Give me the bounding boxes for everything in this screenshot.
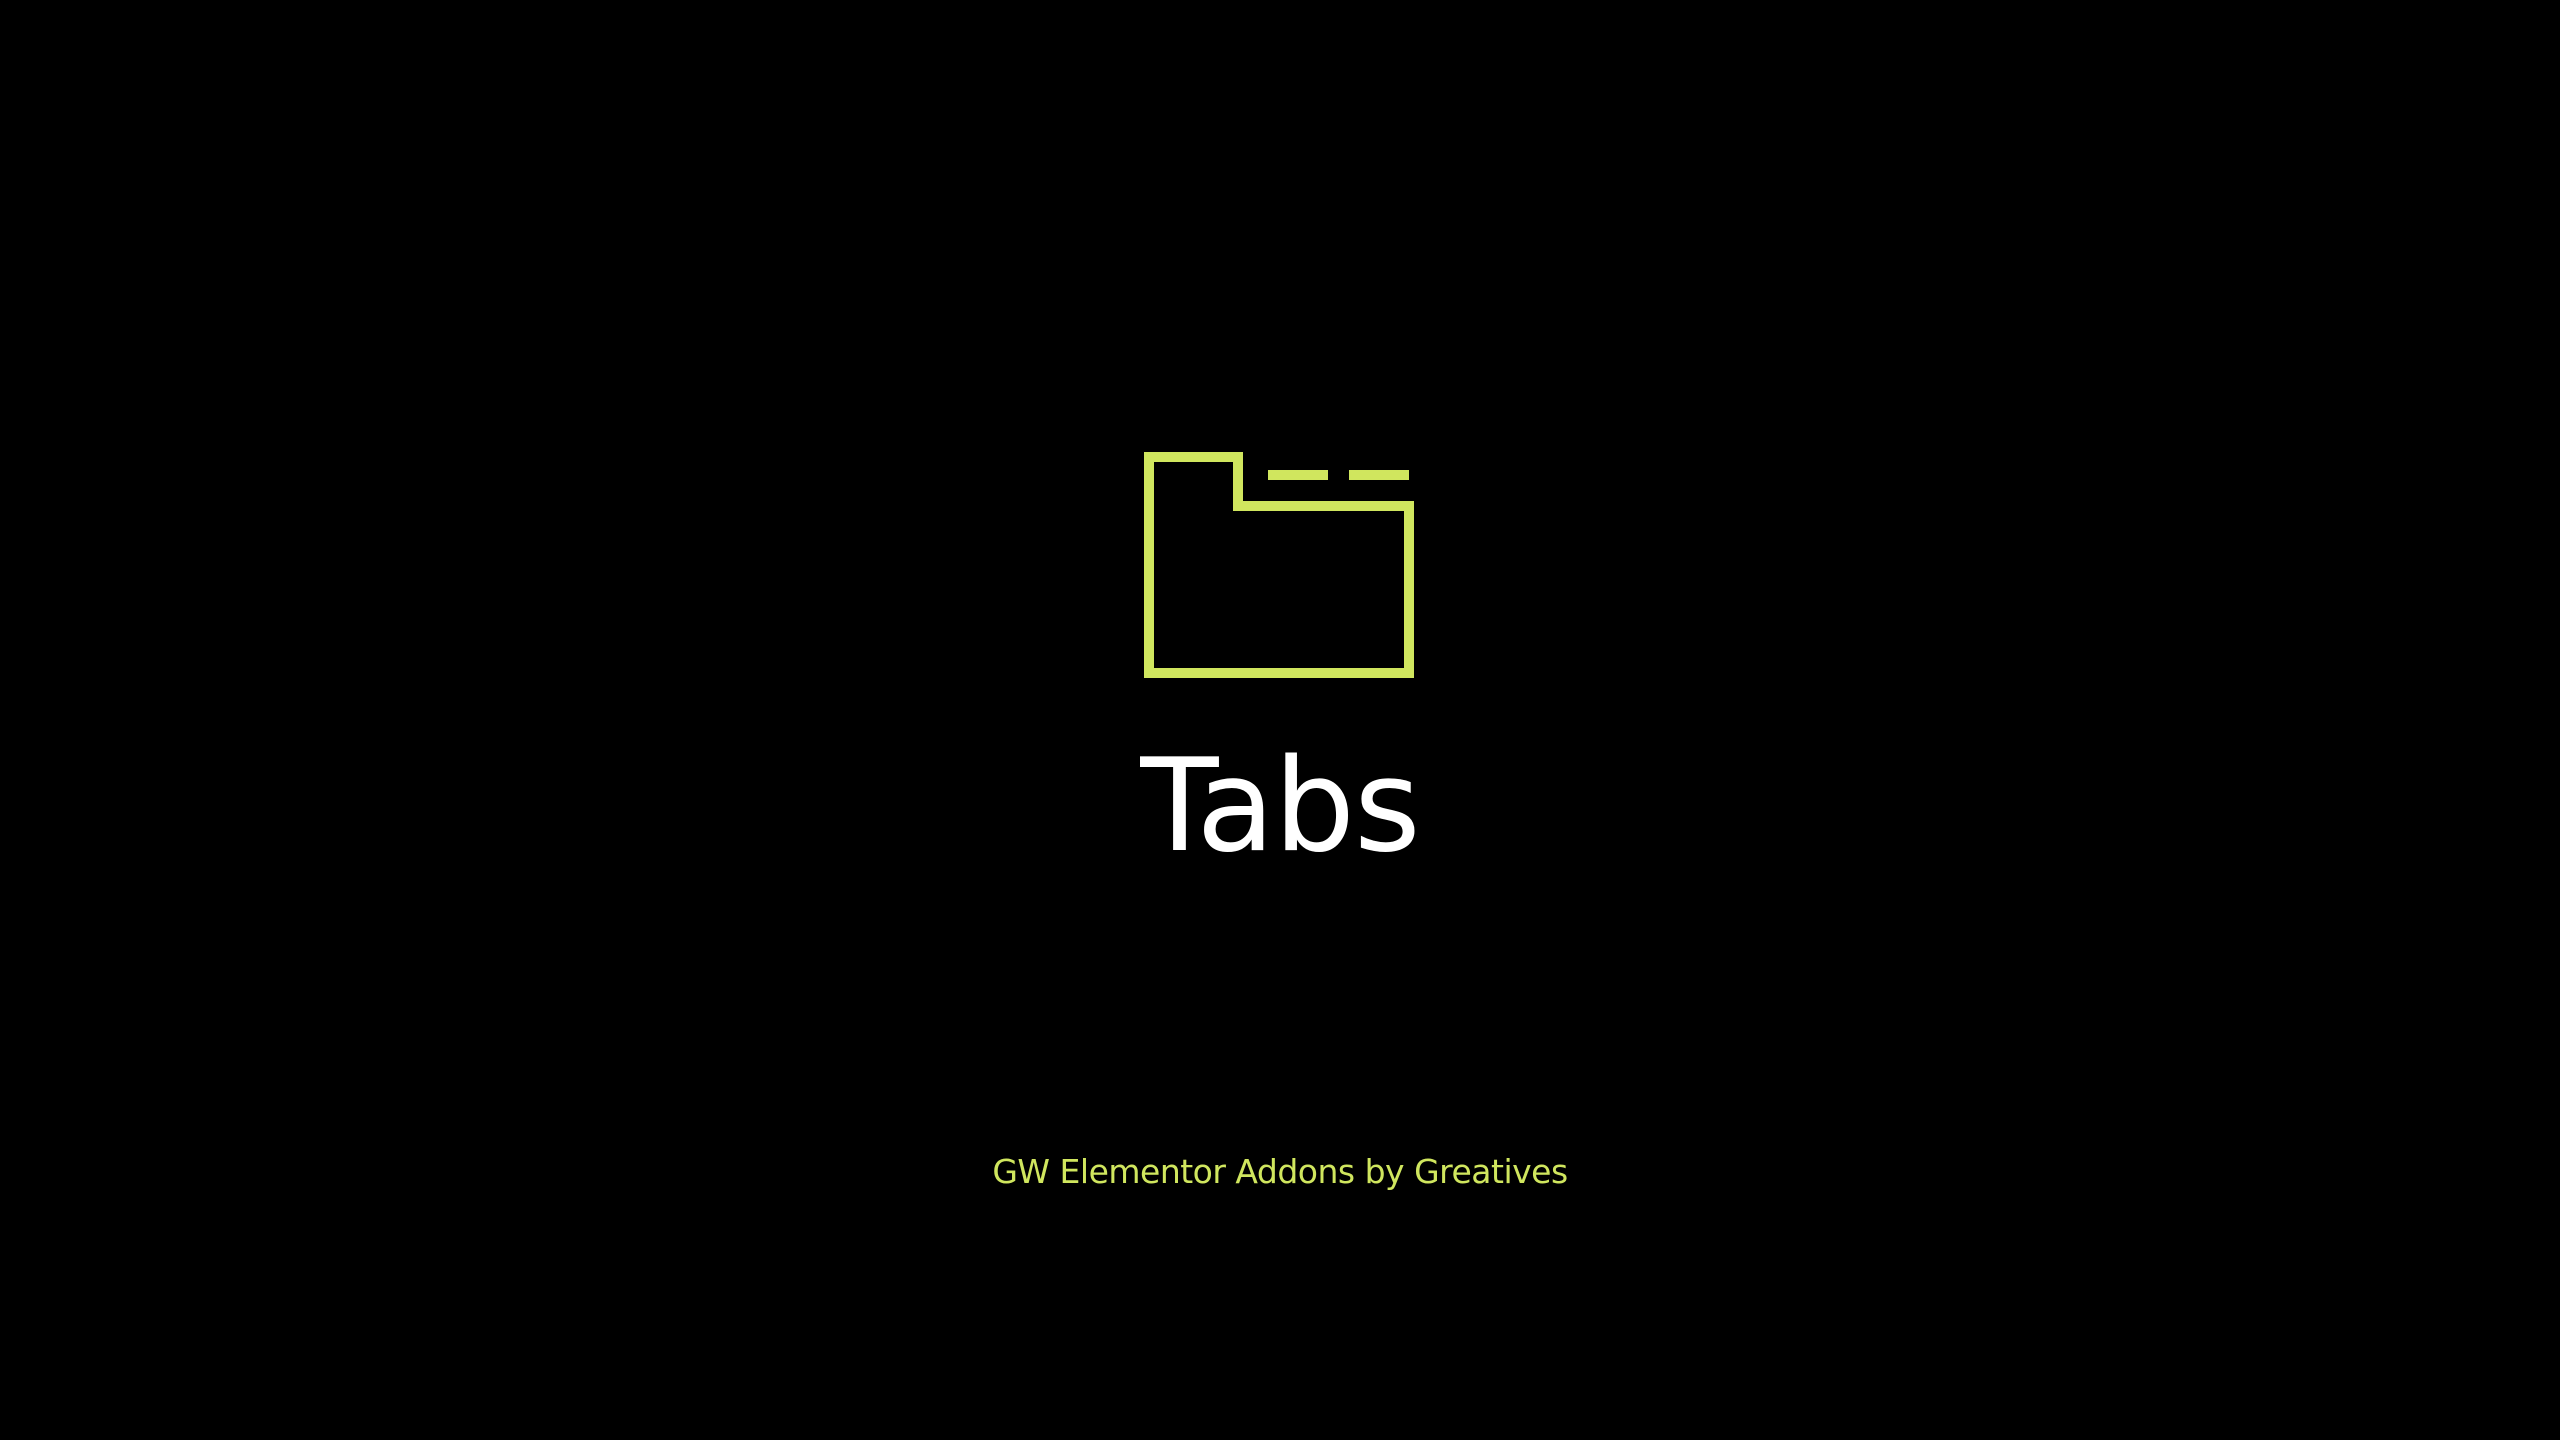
slide-title: Tabs (1140, 732, 1420, 881)
folder-tabs-icon (1144, 452, 1414, 678)
title-slide: Tabs GW Elementor Addons by Greatives (0, 0, 2560, 1440)
credit-text: GW Elementor Addons by Greatives (992, 1152, 1568, 1191)
